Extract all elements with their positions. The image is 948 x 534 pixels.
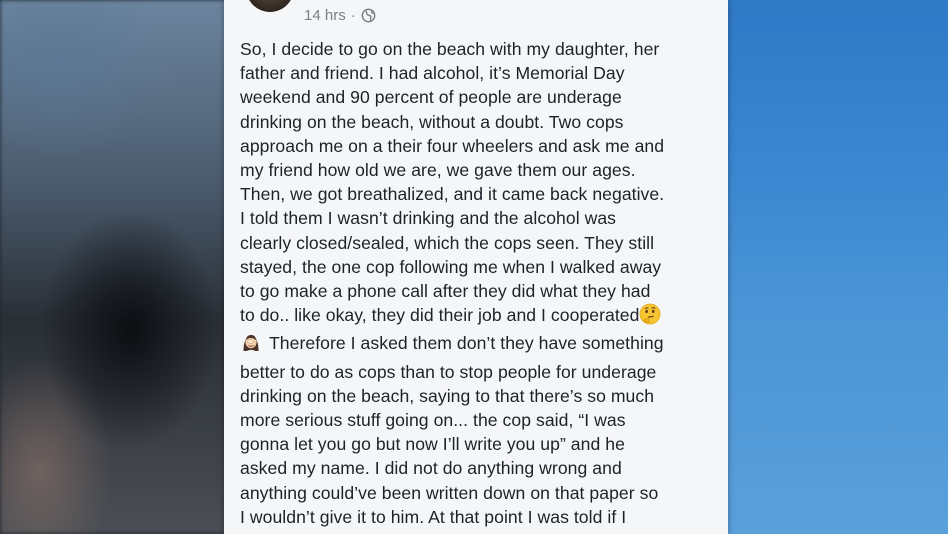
post-line: drinking on the beach, saying to that th…	[240, 385, 655, 406]
post-line-text: Therefore I asked them don’t they have s…	[269, 333, 664, 354]
post-meta: 14 hrs ·	[304, 7, 376, 24]
post-line: weekend and 90 percent of people are und…	[240, 87, 622, 108]
post-body: So, I decide to go on the beach with my …	[240, 37, 718, 529]
post-line: gonna let you go but now I’ll write you …	[240, 434, 625, 455]
post-line: anything could’ve been written down on t…	[240, 482, 659, 503]
blue-background-right	[726, 0, 948, 534]
post-line: I wouldn’t give it to him. At that point…	[240, 506, 627, 527]
post-line: Then, we got breathalized, and it came b…	[240, 184, 665, 205]
blurred-background-left	[0, 0, 230, 534]
woman-facepalming-icon	[240, 331, 262, 359]
post-line: approach me on a their four wheelers and…	[240, 135, 665, 156]
post-line-with-emoji: to do.. like okay, they did their job an…	[240, 303, 718, 331]
post-line-with-emoji: Therefore I asked them don’t they have s…	[240, 331, 718, 359]
post-line: clearly closed/sealed, which the cops se…	[240, 232, 655, 253]
globe-icon	[361, 8, 376, 23]
post-line-text: to do.. like okay, they did their job an…	[240, 305, 640, 326]
post-line: stayed, the one cop following me when I …	[240, 256, 662, 277]
post-line: father and friend. I had alcohol, it’s M…	[240, 63, 625, 84]
facebook-post-card: 14 hrs · So, I decide to go on the beach…	[224, 0, 728, 534]
thinking-face-icon	[639, 303, 661, 331]
avatar[interactable]	[246, 0, 294, 12]
post-line: drinking on the beach, without a doubt. …	[240, 111, 624, 132]
post-line: I told them I wasn’t drinking and the al…	[240, 208, 617, 229]
post-line: more serious stuff going on... the cop s…	[240, 410, 626, 431]
post-line: So, I decide to go on the beach with my …	[240, 39, 660, 59]
post-line: to go make a phone call after they did w…	[240, 281, 651, 302]
post-line: my friend how old we are, we gave them o…	[240, 160, 636, 181]
post-timestamp[interactable]: 14 hrs	[304, 7, 346, 24]
meta-separator: ·	[350, 7, 356, 24]
post-line: better to do as cops than to stop people…	[240, 361, 657, 382]
post-line: asked my name. I did not do anything wro…	[240, 458, 622, 479]
